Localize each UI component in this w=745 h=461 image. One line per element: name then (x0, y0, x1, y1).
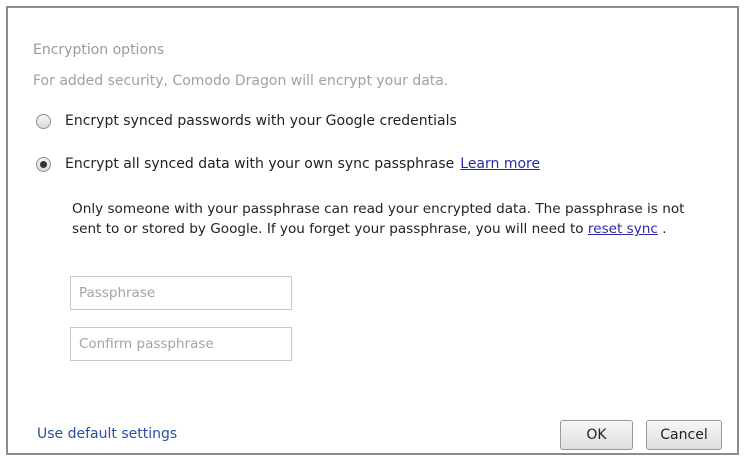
explanation-end: . (657, 221, 667, 237)
cancel-button[interactable]: Cancel (646, 420, 722, 450)
learn-more-link[interactable]: Learn more (460, 156, 540, 172)
section-title: Encryption options (33, 42, 165, 58)
encryption-dialog: Encryption options For added security, C… (6, 6, 739, 455)
option-google-credentials-label: Encrypt synced passwords with your Googl… (65, 113, 457, 129)
passphrase-explanation: Only someone with your passphrase can re… (72, 199, 692, 239)
use-default-settings-link[interactable]: Use default settings (37, 426, 177, 442)
option-sync-passphrase-label: Encrypt all synced data with your own sy… (65, 156, 455, 172)
passphrase-input[interactable] (70, 276, 292, 310)
option-google-credentials[interactable]: Encrypt synced passwords with your Googl… (36, 111, 457, 131)
radio-sync-passphrase[interactable] (36, 156, 51, 172)
reset-sync-link[interactable]: reset sync (588, 221, 658, 237)
radio-google-credentials[interactable] (36, 113, 51, 129)
section-description: For added security, Comodo Dragon will e… (33, 73, 449, 89)
ok-button[interactable]: OK (560, 420, 633, 450)
confirm-passphrase-input[interactable] (70, 327, 292, 361)
option-sync-passphrase[interactable]: Encrypt all synced data with your own sy… (36, 154, 540, 174)
